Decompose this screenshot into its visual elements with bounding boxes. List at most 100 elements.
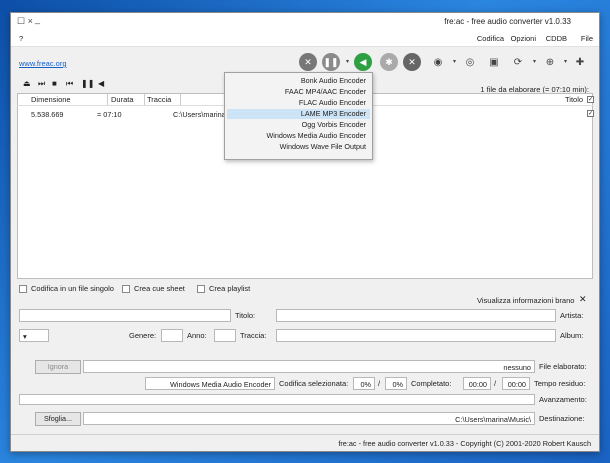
time-separator: / <box>494 379 497 388</box>
add-files-icon[interactable]: ✚ <box>571 53 589 71</box>
play-encode-icon[interactable]: ◀ <box>354 53 372 71</box>
completed-percent-field: 0% <box>385 377 407 390</box>
encoder-item-wave[interactable]: Windows Wave File Output <box>280 142 366 151</box>
column-divider <box>180 94 181 105</box>
ignore-button[interactable]: Ignora <box>35 360 81 374</box>
selected-encoder-field: Windows Media Audio Encoder <box>145 377 275 390</box>
add-files-dropdown-arrow[interactable]: ▾ <box>564 58 567 65</box>
row-duration: = 07:10 <box>97 110 122 119</box>
stop-icon[interactable]: ✕ <box>299 53 317 71</box>
show-info-label[interactable]: Visualizza informazioni brano <box>477 296 574 305</box>
progress-label: Avanzamento: <box>539 395 587 404</box>
selected-encoder-label: Codifica selezionata: <box>279 379 349 388</box>
title-label: Titolo: <box>235 311 256 320</box>
column-size[interactable]: Dimensione <box>31 95 71 104</box>
column-track[interactable]: Traccia <box>147 95 171 104</box>
website-link[interactable]: www.freac.org <box>19 59 67 68</box>
year-label: Anno: <box>187 331 207 340</box>
encoder-menu: Bonk Audio Encoder FAAC MP4/AAC Encoder … <box>224 72 373 160</box>
completed-label: Completato: <box>411 379 452 388</box>
genre-dropdown-arrow[interactable]: ▾ <box>23 332 27 341</box>
current-file-label: File elaborato: <box>539 362 587 371</box>
maximize-close-icons[interactable]: ☐ × <box>17 16 33 27</box>
selected-encoder-value: Windows Media Audio Encoder <box>170 380 271 389</box>
create-cue-checkbox[interactable] <box>122 285 130 293</box>
encoder-item-bonk[interactable]: Bonk Audio Encoder <box>301 76 366 85</box>
current-file-value: nessuno <box>503 363 531 372</box>
pause-icon[interactable]: ❚❚ <box>322 53 340 71</box>
column-divider <box>107 94 108 105</box>
album-field[interactable] <box>276 329 556 342</box>
title-bar: ☐ × _ fre:ac - free audio converter v1.0… <box>11 13 599 31</box>
menu-bar: ? File CDDB Opzioni Codifica <box>11 31 599 47</box>
tools-icon[interactable]: ✕ <box>403 53 421 71</box>
encoder-item-flac[interactable]: FLAC Audio Encoder <box>299 98 366 107</box>
title-field[interactable] <box>19 309 231 322</box>
track-number-label: Traccia: <box>240 331 267 340</box>
cd-drive-icon[interactable]: ◉ <box>429 53 447 71</box>
time-total-field: 00:00 <box>463 377 491 390</box>
eject-icon[interactable]: ⏏ <box>23 79 31 88</box>
encoder-item-faac[interactable]: FAAC MP4/AAC Encoder <box>285 87 366 96</box>
genre-label: Genere: <box>129 331 157 340</box>
encoder-item-ogg[interactable]: Ogg Vorbis Encoder <box>302 120 366 129</box>
encoder-item-lame[interactable]: LAME MP3 Encoder <box>301 109 366 118</box>
column-divider <box>144 94 145 105</box>
destination-field[interactable]: C:\Users\marina\Music\ <box>83 412 535 425</box>
destination-label: Destinazione: <box>539 414 585 423</box>
menu-cddb[interactable]: CDDB <box>546 34 567 43</box>
add-cd-dropdown-arrow[interactable]: ▾ <box>533 58 536 65</box>
current-file-field: nessuno <box>83 360 535 373</box>
year-field[interactable] <box>161 329 183 342</box>
progress-bar <box>19 394 535 405</box>
track-number-field[interactable] <box>214 329 236 342</box>
encoder-dropdown-arrow[interactable]: ▾ <box>346 58 349 65</box>
completed-separator: / <box>378 379 381 388</box>
menu-help[interactable]: ? <box>19 34 23 43</box>
single-file-label: Codifica in un file singolo <box>31 284 114 293</box>
cddb-dropdown-arrow[interactable]: ▾ <box>453 58 456 65</box>
copyright-text: fre:ac - free audio converter v1.0.33 - … <box>338 439 591 448</box>
time-remaining-value: 00:00 <box>507 380 526 389</box>
menu-file[interactable]: File <box>581 34 593 43</box>
minimize-icon[interactable]: _ <box>35 14 40 24</box>
create-playlist-label: Crea playlist <box>209 284 251 293</box>
play-playback-icon[interactable]: ◀ <box>98 79 104 88</box>
album-label: Album: <box>560 331 584 340</box>
artist-field[interactable] <box>276 309 556 322</box>
refresh-icon[interactable]: ⟳ <box>509 53 527 71</box>
completed-total-value: 0% <box>360 380 371 389</box>
row-checkbox[interactable]: ✓ <box>587 110 594 117</box>
cddb-icon[interactable]: ◎ <box>461 53 479 71</box>
create-playlist-checkbox[interactable] <box>197 285 205 293</box>
collapse-info-icon[interactable]: ✕ <box>579 294 587 305</box>
time-total-value: 00:00 <box>468 380 487 389</box>
add-cd-icon[interactable]: ⊕ <box>541 53 559 71</box>
time-remaining-label: Tempo residuo: <box>534 379 586 388</box>
browse-button[interactable]: Sfoglia... <box>35 412 81 426</box>
create-cue-label: Crea cue sheet <box>134 284 185 293</box>
completed-percent-value: 0% <box>392 380 403 389</box>
previous-track-icon[interactable]: ⏮ <box>66 79 73 89</box>
app-window: ☐ × _ fre:ac - free audio converter v1.0… <box>10 12 600 452</box>
time-remaining-field: 00:00 <box>502 377 530 390</box>
row-size: 5.538.669 <box>31 110 64 119</box>
artist-label: Artista: <box>560 311 584 320</box>
pause-playback-icon[interactable]: ❚❚ <box>81 79 94 88</box>
window-title: fre:ac - free audio converter v1.0.33 <box>444 17 571 26</box>
single-file-checkbox[interactable] <box>19 285 27 293</box>
gear-icon[interactable]: ✱ <box>380 53 398 71</box>
next-track-icon[interactable]: ⏭ <box>38 79 45 89</box>
column-duration[interactable]: Durata <box>111 95 134 104</box>
stop-playback-icon[interactable]: ■ <box>52 79 57 88</box>
column-title[interactable]: Titolo <box>565 95 583 104</box>
select-all-checkbox[interactable]: ✓ <box>587 96 594 103</box>
destination-value: C:\Users\marina\Music\ <box>455 415 531 424</box>
encoder-item-wma[interactable]: Windows Media Audio Encoder <box>267 131 366 140</box>
genre-select[interactable]: ▾ <box>19 329 49 342</box>
completed-total-field: 0% <box>353 377 375 390</box>
menu-encode[interactable]: Codifica <box>477 34 504 43</box>
menu-options[interactable]: Opzioni <box>511 34 536 43</box>
info-icon[interactable]: ▣ <box>485 53 503 71</box>
status-bar: fre:ac - free audio converter v1.0.33 - … <box>11 434 599 451</box>
